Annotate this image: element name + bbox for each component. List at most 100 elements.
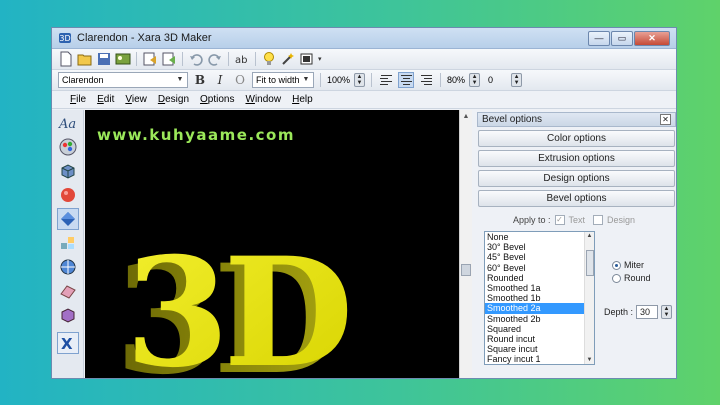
minimize-button[interactable]: — <box>588 30 610 46</box>
design-canvas[interactable]: 3D 3D www.kuhyaame.com <box>85 110 459 378</box>
scroll-up-icon[interactable]: ▲ <box>460 113 472 120</box>
align-left-button[interactable] <box>378 72 394 88</box>
scroll-down-icon[interactable]: ▼ <box>585 357 594 363</box>
menu-file[interactable]: File <box>70 94 86 105</box>
redo-icon[interactable] <box>207 51 223 67</box>
magic-wand-icon[interactable] <box>280 51 296 67</box>
color-options-button[interactable]: Color options <box>478 130 675 147</box>
apply-design-checkbox[interactable] <box>593 215 604 225</box>
menu-bar: File Edit View Design Options Window Hel… <box>52 91 676 109</box>
frame-tool-button[interactable] <box>57 304 79 326</box>
italic-button[interactable]: I <box>212 72 228 88</box>
scroll-thumb[interactable] <box>461 264 471 276</box>
bevel-list-item[interactable]: Fancy incut 1 <box>485 354 594 364</box>
bevel-list-item[interactable]: Round incut <box>485 334 594 344</box>
text-options-icon[interactable]: ab <box>234 51 250 67</box>
miter-option[interactable]: Miter <box>612 260 651 270</box>
menu-edit[interactable]: Edit <box>97 94 114 105</box>
line-spacing-value[interactable]: 80% <box>447 75 465 85</box>
fit-select-value: Fit to width <box>256 75 300 85</box>
miter-radio[interactable] <box>612 260 621 270</box>
shade-tool-icon <box>60 188 75 202</box>
outline-button[interactable]: O <box>232 72 248 88</box>
bold-button[interactable]: B <box>192 72 208 88</box>
bevel-list-item[interactable]: Smoothed 2b <box>485 314 594 324</box>
chevron-down-icon: ▼ <box>176 76 184 83</box>
scroll-thumb[interactable] <box>586 250 594 276</box>
text-tool-button[interactable]: Aa <box>57 112 79 134</box>
align-right-button[interactable] <box>418 72 434 88</box>
font-select[interactable]: Clarendon ▼ <box>58 72 188 88</box>
frame-tool-icon <box>61 308 74 323</box>
lightbulb-icon[interactable] <box>261 51 277 67</box>
app-window: 3D Clarendon - Xara 3D Maker — ▭ ✕ ab ▾ … <box>51 27 677 379</box>
svg-text:Aa: Aa <box>58 117 76 132</box>
bevel-type-list[interactable]: None 30° Bevel 45° Bevel 60° Bevel Rounded Sm… <box>484 231 595 365</box>
menu-help[interactable]: Help <box>292 94 313 105</box>
bevel-list-item[interactable]: Square incut <box>485 344 594 354</box>
maximize-button[interactable]: ▭ <box>611 30 633 46</box>
align-center-button[interactable] <box>398 72 415 88</box>
color-tool-button[interactable] <box>57 136 79 158</box>
extrusion-options-button[interactable]: Extrusion options <box>478 150 675 167</box>
shade-tool-button[interactable] <box>57 184 79 206</box>
round-option[interactable]: Round <box>612 273 651 283</box>
new-file-icon[interactable] <box>58 51 74 67</box>
bevel-list-item[interactable]: Smoothed 2a <box>485 303 594 314</box>
miter-label: Miter <box>624 260 644 270</box>
fit-select[interactable]: Fit to width ▼ <box>252 72 314 88</box>
zoom-value[interactable]: 100% <box>327 75 350 85</box>
depth-label: Depth : <box>604 307 634 317</box>
lighting-tool-button[interactable] <box>57 232 79 254</box>
bevel-list-item[interactable]: Smoothed 1b <box>485 293 594 303</box>
panel-close-icon[interactable]: ✕ <box>660 114 671 125</box>
letter-spacing-value[interactable]: 0 <box>488 75 493 85</box>
save-icon[interactable] <box>96 51 112 67</box>
color-tool-icon <box>59 138 76 156</box>
letter-spacing-spinner[interactable]: ▲ ▼ <box>511 73 523 87</box>
bevel-list-item[interactable]: None <box>485 232 594 242</box>
scroll-up-icon[interactable]: ▲ <box>585 233 594 239</box>
undo-icon[interactable] <box>188 51 204 67</box>
watermark-text: www.kuhyaame.com <box>97 126 295 144</box>
design-options-button[interactable]: Design options <box>478 170 675 187</box>
export-animation-icon[interactable] <box>161 51 177 67</box>
apply-text-checkbox[interactable]: ✓ <box>554 215 565 225</box>
bevel-list-scrollbar[interactable]: ▲ ▼ <box>584 232 594 364</box>
close-button[interactable]: ✕ <box>634 30 670 46</box>
canvas-scrollbar[interactable]: ▲ <box>459 110 472 378</box>
round-radio[interactable] <box>612 273 621 283</box>
depth-spinner[interactable]: ▲ ▼ <box>661 305 673 319</box>
frame-icon[interactable] <box>299 51 315 67</box>
bevel-tool-button[interactable] <box>56 208 79 230</box>
toolbar-separator <box>440 73 442 87</box>
menu-design[interactable]: Design <box>158 94 189 105</box>
zoom-spinner[interactable]: ▲ ▼ <box>354 73 366 87</box>
toolbar-separator <box>371 73 373 87</box>
apply-to-label: Apply to : <box>513 215 551 225</box>
xara-logo-button[interactable]: X <box>56 332 79 354</box>
export-html-icon[interactable] <box>142 51 158 67</box>
bevel-list-item[interactable]: 45° Bevel <box>485 252 594 262</box>
menu-view[interactable]: View <box>125 94 147 105</box>
open-folder-icon[interactable] <box>77 51 93 67</box>
extrude-tool-button[interactable] <box>57 160 79 182</box>
bevel-list-item[interactable]: Squared <box>485 324 594 334</box>
animation-tool-button[interactable] <box>57 280 79 302</box>
depth-input[interactable]: 30 <box>636 305 659 319</box>
bevel-list-item[interactable]: Rounded <box>485 273 594 283</box>
bevel-options-button[interactable]: Bevel options <box>478 190 675 207</box>
bevel-list-item[interactable]: 30° Bevel <box>485 242 594 252</box>
bevel-list-item[interactable]: 60° Bevel <box>485 263 594 273</box>
lighting-tool-icon <box>60 237 74 249</box>
chevron-down-icon: ▼ <box>302 76 310 83</box>
export-image-icon[interactable] <box>115 51 131 67</box>
bevel-list-item[interactable]: Smoothed 1a <box>485 283 594 293</box>
line-spacing-spinner[interactable]: ▲ ▼ <box>469 73 481 87</box>
rotate-tool-button[interactable] <box>57 256 79 278</box>
frame-dropdown-icon[interactable]: ▾ <box>318 55 322 63</box>
menu-options[interactable]: Options <box>200 94 234 105</box>
rotate-tool-icon <box>60 259 75 275</box>
menu-window[interactable]: Window <box>245 94 281 105</box>
3d-text-face: 3D <box>125 225 347 378</box>
